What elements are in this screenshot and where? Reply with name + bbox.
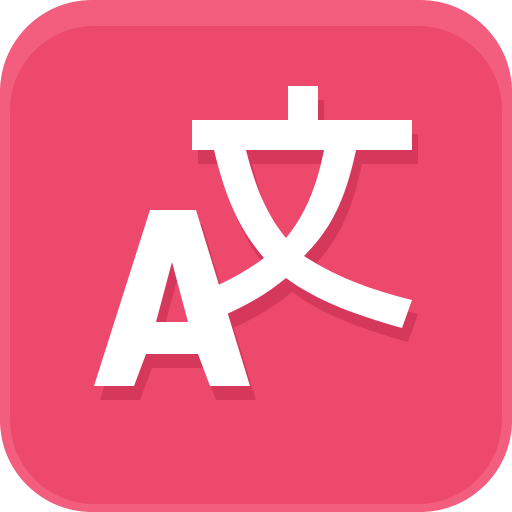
translate-app-icon[interactable] bbox=[0, 0, 512, 512]
translate-icon bbox=[94, 86, 418, 400]
app-icon-stage bbox=[0, 0, 512, 512]
